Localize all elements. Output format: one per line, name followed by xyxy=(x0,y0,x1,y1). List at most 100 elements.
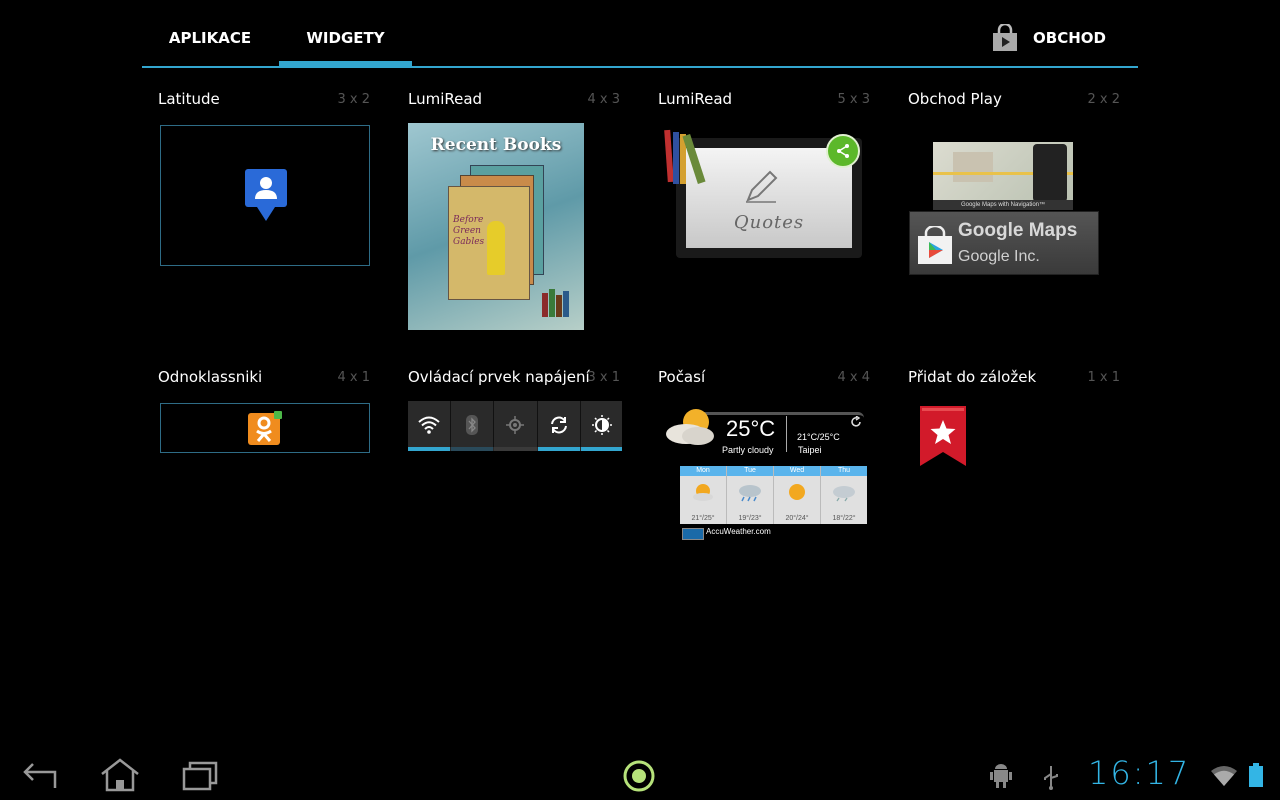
toggle-indicator-off xyxy=(451,447,493,451)
weather-temp: 25°C xyxy=(726,416,776,441)
sync-toggle xyxy=(538,401,581,451)
share-icon xyxy=(826,134,860,168)
widget-size: 5 x 3 xyxy=(837,92,871,107)
status-clock: 16:17 xyxy=(1088,754,1191,792)
play-app-card: Google Maps Google Inc. xyxy=(909,211,1099,275)
launcher-indicator-icon[interactable] xyxy=(622,759,656,793)
partly-cloudy-icon xyxy=(666,409,714,445)
maps-app-developer: Google Inc. xyxy=(958,248,1040,265)
figure xyxy=(487,221,505,275)
quotes-card: Quotes xyxy=(686,148,852,248)
maps-caption: Google Maps with Navigation™ xyxy=(933,200,1073,210)
toggle-indicator-on xyxy=(538,447,580,451)
forecast-range: 21°/25° xyxy=(691,515,715,522)
quotes-preview: Quotes xyxy=(664,129,862,258)
weather-condition: Partly cloudy xyxy=(722,445,774,455)
latitude-pin-icon xyxy=(245,169,287,221)
phone-image xyxy=(1033,144,1067,202)
widget-name: Ovládací prvek napájení xyxy=(408,368,590,386)
pencil-icon xyxy=(746,170,778,203)
book-spine xyxy=(673,132,679,184)
widget-size: 4 x 4 xyxy=(837,370,871,385)
recent-books-preview: Recent Books Before Green Gables xyxy=(408,123,584,330)
book-spine xyxy=(549,289,555,317)
widget-name: Počasí xyxy=(658,368,706,386)
play-store-bag-icon xyxy=(918,226,952,264)
maps-app-title: Google Maps xyxy=(958,220,1078,241)
back-icon[interactable] xyxy=(23,760,57,790)
weather-divider xyxy=(786,416,787,452)
widget-size: 3 x 2 xyxy=(337,92,371,107)
gps-toggle xyxy=(494,401,538,451)
partly-cloudy-icon xyxy=(693,484,713,501)
widget-name: LumiRead xyxy=(408,90,483,108)
gps-icon xyxy=(506,416,524,434)
widget-size: 3 x 1 xyxy=(587,370,621,385)
wifi-toggle xyxy=(408,401,451,451)
power-control-preview xyxy=(408,401,622,451)
android-debug-icon xyxy=(990,764,1012,788)
system-nav-bar: 16:17 xyxy=(0,740,1280,800)
bluetooth-toggle xyxy=(451,401,494,451)
forecast-range: 20°/24° xyxy=(785,515,809,522)
forecast-day-label: Tue xyxy=(727,466,773,476)
book-spine xyxy=(556,295,562,317)
forecast-day: Tue 19°/23° xyxy=(727,466,774,524)
cloudy-icon xyxy=(833,486,855,502)
weather-preview: 25°C Partly cloudy 21°C/25°C Taipei Mon … xyxy=(664,404,870,544)
odnoklassniki-icon xyxy=(248,411,282,445)
odnoklassniki-preview xyxy=(160,403,370,453)
widget-size: 2 x 2 xyxy=(1087,92,1121,107)
accuweather-logo xyxy=(682,528,704,540)
sync-icon xyxy=(551,416,567,434)
wifi-signal-icon xyxy=(1211,766,1237,786)
book-cover-main: Before Green Gables xyxy=(448,186,530,300)
home-icon[interactable] xyxy=(100,758,140,792)
tab-widgets[interactable]: WIDGETY xyxy=(279,0,412,66)
toggle-indicator-on xyxy=(408,447,450,451)
usb-icon xyxy=(1044,766,1058,790)
tab-apps[interactable]: APLIKACE xyxy=(142,0,278,66)
widget-name: Obchod Play xyxy=(908,90,1002,108)
map-block xyxy=(953,152,993,182)
store-button[interactable]: OBCHOD xyxy=(993,0,1106,66)
forecast-strip: Mon 21°/25° Tue 19°/23° Wed 20°/24° Thu … xyxy=(680,466,867,524)
toggle-indicator-on xyxy=(581,447,622,451)
forecast-day-label: Thu xyxy=(821,466,867,476)
book-spine xyxy=(563,291,569,317)
book-spine xyxy=(542,293,548,317)
forecast-day: Mon 21°/25° xyxy=(680,466,727,524)
widget-size: 4 x 1 xyxy=(337,370,371,385)
widget-name: Latitude xyxy=(158,90,220,108)
bookmark-star-icon xyxy=(920,406,966,466)
widget-size: 1 x 1 xyxy=(1087,370,1121,385)
brightness-icon xyxy=(592,415,612,435)
battery-icon xyxy=(1249,763,1263,787)
sunny-icon xyxy=(789,484,805,500)
tab-bar: APLIKACE WIDGETY OBCHOD xyxy=(142,0,1138,68)
forecast-range: 18°/22° xyxy=(832,515,856,522)
shopping-bag-icon xyxy=(993,24,1018,51)
forecast-day: Wed 20°/24° xyxy=(774,466,821,524)
forecast-day-label: Wed xyxy=(774,466,820,476)
weather-city: Taipei xyxy=(798,445,822,455)
brightness-toggle xyxy=(581,401,622,451)
forecast-range: 19°/23° xyxy=(738,515,762,522)
maps-screenshot: Google Maps with Navigation™ xyxy=(933,142,1073,210)
bluetooth-icon xyxy=(466,415,478,435)
forecast-day-label: Mon xyxy=(680,466,726,476)
rain-cloud-icon xyxy=(739,485,761,502)
widget-name: Odnoklassniki xyxy=(158,368,263,386)
store-label: OBCHOD xyxy=(1033,29,1106,47)
recent-books-title: Recent Books xyxy=(430,135,562,155)
widget-name: Přidat do záložek xyxy=(908,368,1037,386)
forecast-day: Thu 18°/22° xyxy=(821,466,867,524)
weather-range: 21°C/25°C xyxy=(797,432,840,442)
widget-size: 4 x 3 xyxy=(587,92,621,107)
latitude-preview xyxy=(160,125,370,266)
toggle-indicator-off xyxy=(494,447,537,451)
wifi-icon xyxy=(418,416,440,434)
accuweather-brand: AccuWeather.com xyxy=(706,527,771,536)
recent-apps-icon[interactable] xyxy=(182,761,218,791)
refresh-icon xyxy=(851,416,861,427)
